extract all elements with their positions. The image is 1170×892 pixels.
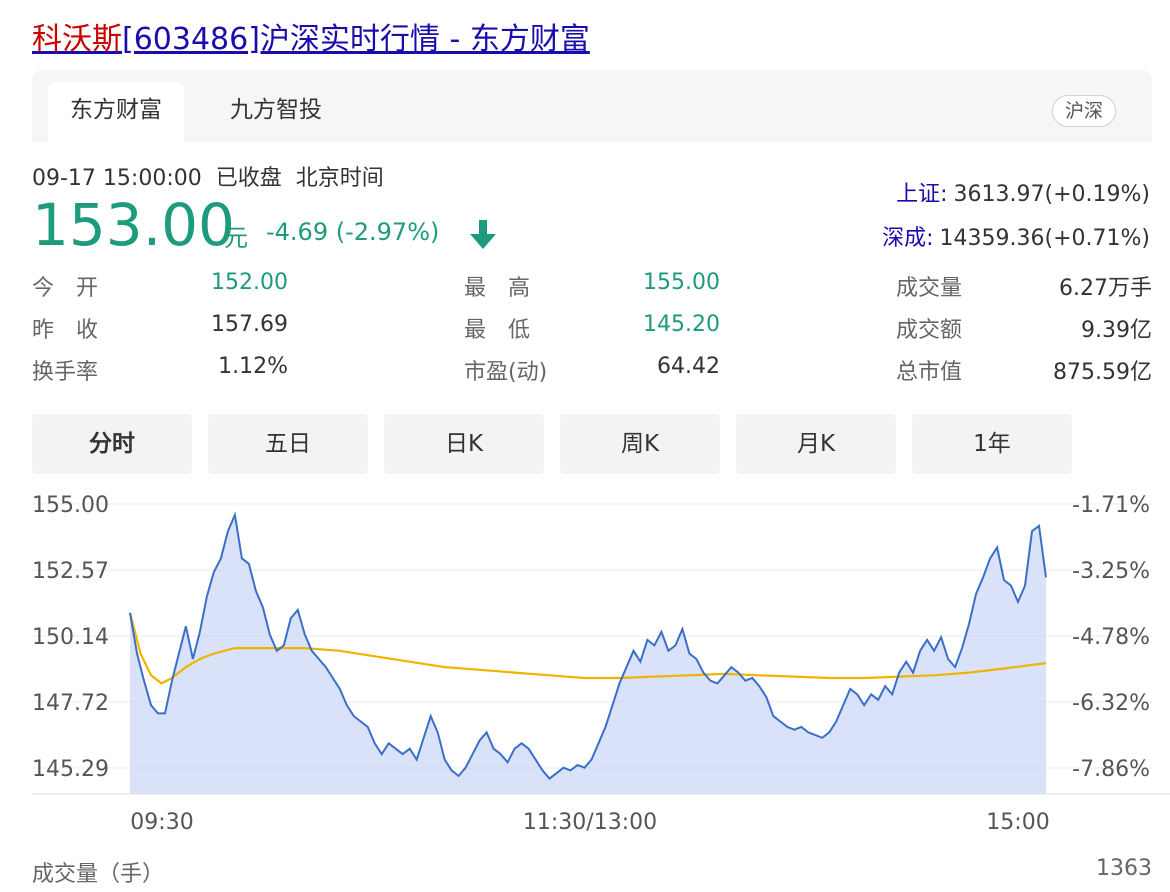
index-shanghai[interactable]: 上证: 3613.97(+0.19%) [896, 176, 1150, 208]
y-tick-left: 145.29 [32, 757, 109, 782]
index-shenzhen[interactable]: 深成: 14359.36(+0.71%) [882, 220, 1150, 252]
low-value: 145.20 [643, 312, 720, 337]
intraday-chart[interactable]: 155.00 152.57 150.14 147.72 145.29 -1.71% -3.… [0, 480, 1170, 892]
high-label: 最 高 [464, 276, 531, 301]
index-shanghai-name[interactable]: 上证: [896, 182, 947, 207]
prev-close-value: 157.69 [211, 312, 288, 337]
pe-value: 64.42 [657, 354, 720, 379]
source-tabbar: 东方财富 九方智投 沪深 [32, 70, 1152, 142]
y-tick-right: -6.32% [1072, 691, 1150, 716]
down-arrow-icon [470, 220, 496, 249]
amount-label: 成交额 [896, 318, 963, 343]
y-tick-left: 152.57 [32, 559, 109, 584]
y-axis-right: -1.71% -3.25% -4.78% -6.32% -7.86% [1072, 493, 1150, 782]
pe-label: 市盈(动) [464, 360, 548, 385]
title-rest: [603486]沪深实时行情 - 东方财富 [122, 22, 590, 57]
tab-jiufangzhitou[interactable]: 九方智投 [230, 82, 322, 142]
status-datetime: 09-17 15:00:00 [32, 166, 202, 191]
index-shenzhen-name[interactable]: 深成: [882, 226, 933, 251]
period-daily-k-button[interactable]: 日K [384, 414, 544, 474]
y-tick-right: -3.25% [1072, 559, 1150, 584]
volume-value: 6.27万手 [1059, 276, 1152, 301]
period-intraday-button[interactable]: 分时 [32, 414, 192, 474]
y-tick-left: 147.72 [32, 691, 109, 716]
trade-status: 09-17 15:00:00 已收盘 北京时间 [32, 160, 398, 192]
index-shenzhen-value: 14359.36(+0.71%) [939, 226, 1150, 251]
low-label: 最 低 [464, 318, 531, 343]
high-value: 155.00 [643, 270, 720, 295]
y-tick-right: -4.78% [1072, 625, 1150, 650]
x-axis: 09:30 11:30/13:00 15:00 [130, 810, 1049, 835]
price-area [130, 514, 1046, 794]
open-label: 今 开 [32, 276, 99, 301]
period-monthly-k-button[interactable]: 月K [736, 414, 896, 474]
volume-label: 成交量 [896, 276, 963, 301]
turnover-value: 1.12% [218, 354, 288, 379]
period-five-day-button[interactable]: 五日 [208, 414, 368, 474]
x-tick-label: 09:30 [130, 810, 193, 835]
page-title-link[interactable]: 科沃斯[603486]沪深实时行情 - 东方财富 [32, 14, 590, 58]
period-one-year-button[interactable]: 1年 [912, 414, 1072, 474]
prev-close-label: 昨 收 [32, 318, 99, 343]
price-unit: 元 [224, 224, 248, 252]
y-tick-right: -7.86% [1072, 757, 1150, 782]
x-tick-label: 15:00 [986, 810, 1049, 835]
tab-dongfangcaifu[interactable]: 东方财富 [48, 82, 184, 142]
volume-chart-label: 成交量（手） [32, 862, 165, 887]
amount-value: 9.39亿 [1081, 318, 1152, 343]
market-badge[interactable]: 沪深 [1051, 95, 1116, 127]
y-tick-left: 155.00 [32, 493, 109, 518]
x-tick-label: 11:30/13:00 [523, 810, 657, 835]
index-shanghai-value: 3613.97(+0.19%) [953, 182, 1150, 207]
status-state: 已收盘 [215, 166, 282, 191]
volume-chart-value: 1363 [1096, 856, 1152, 881]
y-tick-right: -1.71% [1072, 493, 1150, 518]
market-cap-value: 875.59亿 [1053, 360, 1152, 385]
price-change: -4.69 (-2.97%) [266, 218, 440, 246]
status-timezone: 北京时间 [295, 166, 384, 191]
period-weekly-k-button[interactable]: 周K [560, 414, 720, 474]
current-price: 153.00 [32, 191, 235, 259]
y-axis-left: 155.00 152.57 150.14 147.72 145.29 [32, 493, 109, 782]
y-tick-left: 150.14 [32, 625, 109, 650]
open-value: 152.00 [211, 270, 288, 295]
turnover-label: 换手率 [32, 360, 99, 385]
title-highlight: 科沃斯 [32, 22, 122, 57]
market-cap-label: 总市值 [896, 360, 963, 385]
